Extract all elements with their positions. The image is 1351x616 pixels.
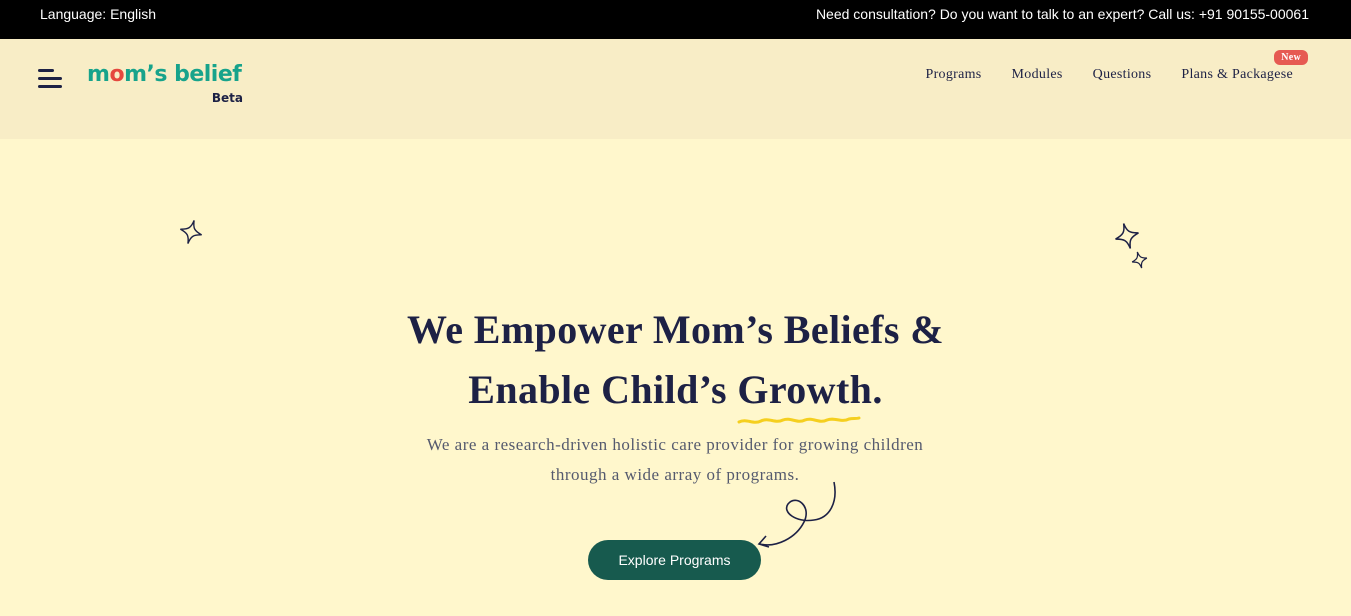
logo-wordmark: mom’s belief [87, 62, 242, 87]
consultation-callout[interactable]: Need consultation? Do you want to talk t… [816, 6, 1309, 22]
hero-title-highlight: Growth [737, 360, 872, 424]
hero-title-line1: We Empower Mom’s Beliefs & [407, 307, 944, 352]
beta-label: Beta [211, 91, 243, 105]
nav-item-programs[interactable]: Programs [925, 67, 981, 83]
sparkle-star-icon [180, 220, 202, 244]
hero-title-line2-start: Enable Child’s [468, 367, 738, 412]
hero-title: We Empower Mom’s Beliefs & Enable Child’… [0, 300, 1351, 424]
sparkle-star-icon [1115, 223, 1139, 249]
explore-programs-button[interactable]: Explore Programs [588, 540, 761, 580]
site-header: mom’s belief Beta Programs Modules Quest… [0, 39, 1351, 139]
nav-item-modules[interactable]: Modules [1012, 67, 1063, 83]
curly-arrow-icon [757, 481, 836, 548]
new-badge: New [1274, 50, 1308, 65]
logo-o-mark: o [109, 62, 125, 87]
language-selector[interactable]: Language: English [40, 6, 156, 22]
nav-item-questions[interactable]: Questions [1093, 67, 1152, 83]
top-bar: Language: English Need consultation? Do … [0, 0, 1351, 39]
nav-item-plans[interactable]: Plans & Packagese New [1181, 50, 1308, 83]
squiggle-underline-icon [737, 416, 861, 424]
hero-title-line2-end: . [872, 367, 883, 412]
hero-subtitle: We are a research-driven holistic care p… [426, 435, 924, 484]
site-logo[interactable]: mom’s belief Beta [87, 62, 247, 107]
nav-item-plans-label: Plans & Packagese [1181, 67, 1293, 82]
hamburger-menu-icon[interactable] [38, 69, 64, 91]
sparkle-star-icon [1131, 251, 1148, 269]
main-nav: Programs Modules Questions Plans & Packa… [925, 50, 1308, 83]
